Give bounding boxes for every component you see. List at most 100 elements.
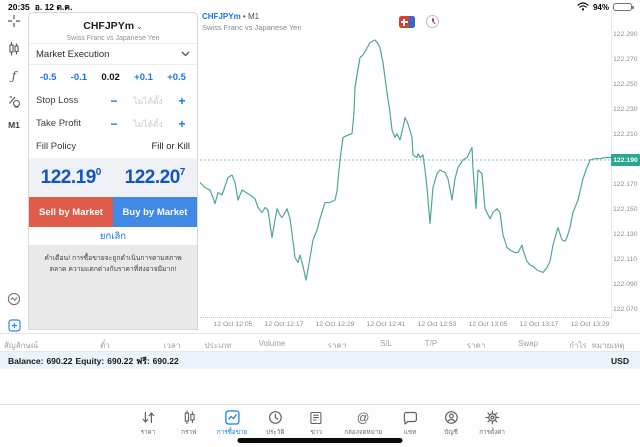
col-profit: กำไร: [569, 341, 587, 350]
price-axis-label: 122.250: [613, 81, 638, 88]
stop-loss-minus-button[interactable]: −: [106, 94, 122, 108]
add-chart-icon[interactable]: [0, 316, 28, 334]
tab-mailbox[interactable]: @ กล่องจดหมาย: [344, 410, 382, 437]
price-axis-label: 122.170: [613, 181, 638, 188]
price-axis-label: 122.070: [613, 306, 638, 313]
stop-loss-plus-button[interactable]: +: [174, 94, 190, 108]
history-icon: [268, 410, 283, 425]
price-chart[interactable]: [200, 10, 612, 318]
order-panel: CHFJPYm ⌄ Swiss Franc vs Japanese Yen Mar…: [28, 12, 198, 330]
take-profit-label: Take Profit: [36, 118, 81, 129]
volume-value[interactable]: 0.02: [101, 72, 120, 83]
current-price-tag: 122.190: [611, 154, 640, 166]
cancel-button[interactable]: ยกเลิก: [29, 227, 197, 245]
order-buttons: Sell by Market Buy by Market: [29, 197, 197, 227]
volume-inc-large-button[interactable]: +0.5: [167, 72, 186, 83]
time-axis-label: 12 Oct 12:29: [315, 321, 355, 328]
chart-toolbar: ƒ M1: [0, 12, 28, 332]
crosshair-icon[interactable]: [0, 12, 28, 30]
chart-x-axis-line: [200, 317, 612, 318]
stop-loss-label: Stop Loss: [36, 95, 79, 106]
col-price-open: ราคา: [327, 341, 347, 350]
symbol-description: Swiss Franc vs Japanese Yen: [66, 35, 160, 42]
tab-chat[interactable]: แชท: [397, 410, 423, 437]
bid-price-pips: 0: [95, 167, 102, 179]
quotes-icon: [140, 410, 155, 425]
account-summary-bar: Balance: 690.22 Equity: 690.22 ฟรี: 690.…: [0, 352, 640, 369]
tab-history[interactable]: ประวัติ: [262, 410, 288, 437]
bid-price-main: 122.19: [40, 166, 97, 188]
free-margin-value: 690.22: [152, 355, 179, 366]
volume-stepper: -0.5 -0.1 0.02 +0.1 +0.5: [29, 65, 197, 89]
fill-policy-row[interactable]: Fill Policy Fill or Kill: [29, 135, 197, 158]
time-axis-label: 12 Oct 13:05: [468, 321, 508, 328]
chart-tab-icon: [182, 410, 195, 425]
take-profit-minus-button[interactable]: −: [106, 117, 122, 131]
price-axis-label: 122.270: [613, 56, 638, 63]
stop-loss-row: Stop Loss − ไม่ได้ตั้ง +: [29, 89, 197, 112]
time-axis-label: 12 Oct 12:05: [213, 321, 253, 328]
col-type: ประเภท: [204, 341, 232, 350]
fill-policy-value: Fill or Kill: [151, 141, 190, 152]
bid-price[interactable]: 122.190: [29, 167, 113, 189]
time-axis-label: 12 Oct 13:29: [570, 321, 610, 328]
time-axis-label: 12 Oct 12:17: [264, 321, 304, 328]
mailbox-at-icon: @: [356, 410, 370, 425]
buy-button[interactable]: Buy by Market: [113, 197, 197, 227]
news-icon: [309, 410, 323, 425]
col-time: เวลา: [163, 341, 181, 350]
trade-tab-icon: [224, 410, 240, 425]
stop-loss-value[interactable]: ไม่ได้ตั้ง: [122, 94, 174, 108]
bottom-tab-bar: ราคา กราฟ การซื้อขาย ประวัติ ข่าว @ กล่อ…: [0, 404, 640, 440]
ask-price-pips: 7: [179, 167, 186, 179]
symbol-selector[interactable]: CHFJPYm ⌄ Swiss Franc vs Japanese Yen: [29, 13, 197, 44]
chevron-down-icon: [181, 49, 190, 60]
col-price-current: ราคา: [466, 341, 486, 350]
bid-ask-prices: 122.190 122.207: [29, 158, 197, 197]
sell-button[interactable]: Sell by Market: [29, 197, 113, 227]
volume-inc-small-button[interactable]: +0.1: [134, 72, 153, 83]
tab-trade[interactable]: การซื้อขาย: [217, 410, 247, 437]
equity-label: Equity:: [75, 355, 105, 366]
take-profit-row: Take Profit − ไม่ได้ตั้ง +: [29, 112, 197, 135]
ask-price[interactable]: 122.207: [113, 167, 197, 189]
ask-price-main: 122.20: [124, 166, 181, 188]
col-ticket: ตั๋ว: [100, 341, 110, 350]
clock-time: 20:35: [8, 2, 30, 12]
tab-accounts[interactable]: บัญชี: [438, 410, 464, 437]
volume-dec-large-button[interactable]: -0.5: [40, 72, 56, 83]
tab-charts[interactable]: กราฟ: [176, 410, 202, 437]
gear-icon: [485, 410, 500, 425]
execution-warning-text: คำเตือน! การซื้อขายจะถูกดำเนินการตามสภาพ…: [29, 245, 197, 329]
account-person-icon: [444, 410, 459, 425]
take-profit-plus-button[interactable]: +: [174, 117, 190, 131]
objects-icon[interactable]: [0, 92, 28, 110]
col-comment: หมายเหตุ: [591, 341, 625, 350]
price-axis-label: 122.090: [613, 281, 638, 288]
symbol-name: CHFJPYm: [83, 20, 135, 32]
tab-quotes[interactable]: ราคา: [135, 410, 161, 437]
account-currency: USD: [611, 355, 629, 366]
price-axis-label: 122.290: [613, 31, 638, 38]
free-margin-label: ฟรี:: [136, 355, 150, 366]
candlestick-tool-icon[interactable]: [0, 40, 28, 58]
tab-news[interactable]: ข่าว: [303, 410, 329, 437]
timeframe-button[interactable]: M1: [0, 116, 28, 134]
col-symbol: สัญลักษณ์: [4, 341, 39, 350]
home-indicator[interactable]: [237, 438, 403, 443]
order-type-selector[interactable]: Market Execution: [29, 44, 197, 65]
tab-settings[interactable]: การตั้งค่า: [479, 410, 505, 437]
equity-value: 690.22: [107, 355, 134, 366]
order-type-value: Market Execution: [36, 48, 110, 60]
volume-dec-small-button[interactable]: -0.1: [71, 72, 87, 83]
take-profit-value[interactable]: ไม่ได้ตั้ง: [122, 117, 174, 131]
col-sl: S/L: [379, 339, 393, 348]
col-tp: T/P: [424, 339, 438, 348]
col-swap: Swap: [518, 339, 539, 348]
price-axis-label: 122.130: [613, 231, 638, 238]
tick-chart-icon[interactable]: [0, 290, 28, 308]
price-axis-label: 122.210: [613, 131, 638, 138]
indicators-icon[interactable]: ƒ: [0, 67, 28, 85]
time-axis-label: 12 Oct 13:17: [519, 321, 559, 328]
price-axis-label: 122.230: [613, 106, 638, 113]
